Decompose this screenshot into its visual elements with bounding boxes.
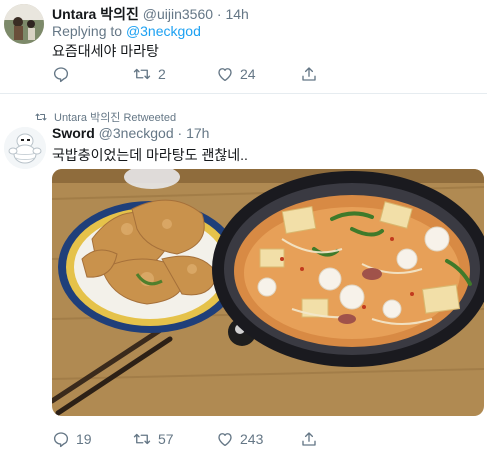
display-name[interactable]: Sword	[52, 125, 95, 141]
reply-icon	[53, 432, 69, 448]
handle[interactable]: @uijin3560	[143, 6, 213, 22]
like-count: 24	[240, 66, 256, 82]
tweet-text: 국밥충이었는데 마라탕도 괜찮네..	[52, 147, 248, 163]
handle[interactable]: @3neckgod	[99, 125, 174, 141]
timestamp[interactable]: 14h	[225, 6, 248, 22]
avatar-sword[interactable]	[4, 127, 46, 169]
share-button[interactable]	[300, 429, 318, 449]
reply-button[interactable]	[52, 64, 76, 84]
timestamp[interactable]: 17h	[186, 125, 209, 141]
share-button[interactable]	[300, 64, 318, 84]
tweet-reply[interactable]: Untara 박의진 @uijin3560 · 14h Replying to …	[0, 0, 487, 92]
tweet1-actions: 2 24	[52, 64, 352, 84]
tweet-divider	[0, 93, 487, 94]
tweet-text: 요즘대세야 마라탕	[52, 43, 159, 59]
tweet2-actions: 19 57 243	[52, 429, 352, 449]
separator: ·	[177, 125, 183, 141]
reply-button[interactable]: 19	[52, 429, 92, 449]
like-icon	[218, 68, 232, 82]
retweet-count: 57	[158, 431, 174, 447]
share-icon	[302, 67, 316, 81]
like-icon	[218, 433, 232, 447]
tweet1-header: Untara 박의진 @uijin3560 · 14h	[52, 4, 249, 24]
like-button[interactable]: 243	[216, 429, 263, 449]
retweet-button[interactable]: 57	[132, 429, 174, 449]
retweet-context-label: Untara 박의진 Retweeted	[54, 112, 177, 124]
like-count: 243	[240, 431, 264, 447]
retweet-context-icon	[35, 113, 47, 121]
avatar-image	[4, 4, 44, 44]
retweet-button[interactable]: 2	[132, 64, 166, 84]
reply-count: 19	[76, 431, 92, 447]
reply-icon	[53, 67, 69, 83]
tweet-photo[interactable]	[52, 169, 484, 416]
food-photo-image	[52, 169, 484, 416]
retweet-icon	[133, 433, 151, 445]
avatar-untara[interactable]	[4, 4, 44, 44]
tweet2-header: Sword @3neckgod · 17h	[52, 125, 209, 141]
retweet-icon	[133, 68, 151, 80]
separator: ·	[216, 6, 222, 22]
display-name[interactable]: Untara 박의진	[52, 6, 139, 22]
retweet-count: 2	[158, 66, 166, 82]
like-button[interactable]: 24	[216, 64, 256, 84]
retweet-context[interactable]: Untara 박의진 Retweeted	[34, 109, 176, 125]
replying-to-mention[interactable]: @3neckgod	[126, 23, 201, 39]
share-icon	[302, 432, 316, 446]
replying-to-label: Replying to	[52, 23, 123, 39]
replying-to: Replying to @3neckgod	[52, 23, 201, 39]
mascot-avatar-image	[4, 127, 46, 169]
